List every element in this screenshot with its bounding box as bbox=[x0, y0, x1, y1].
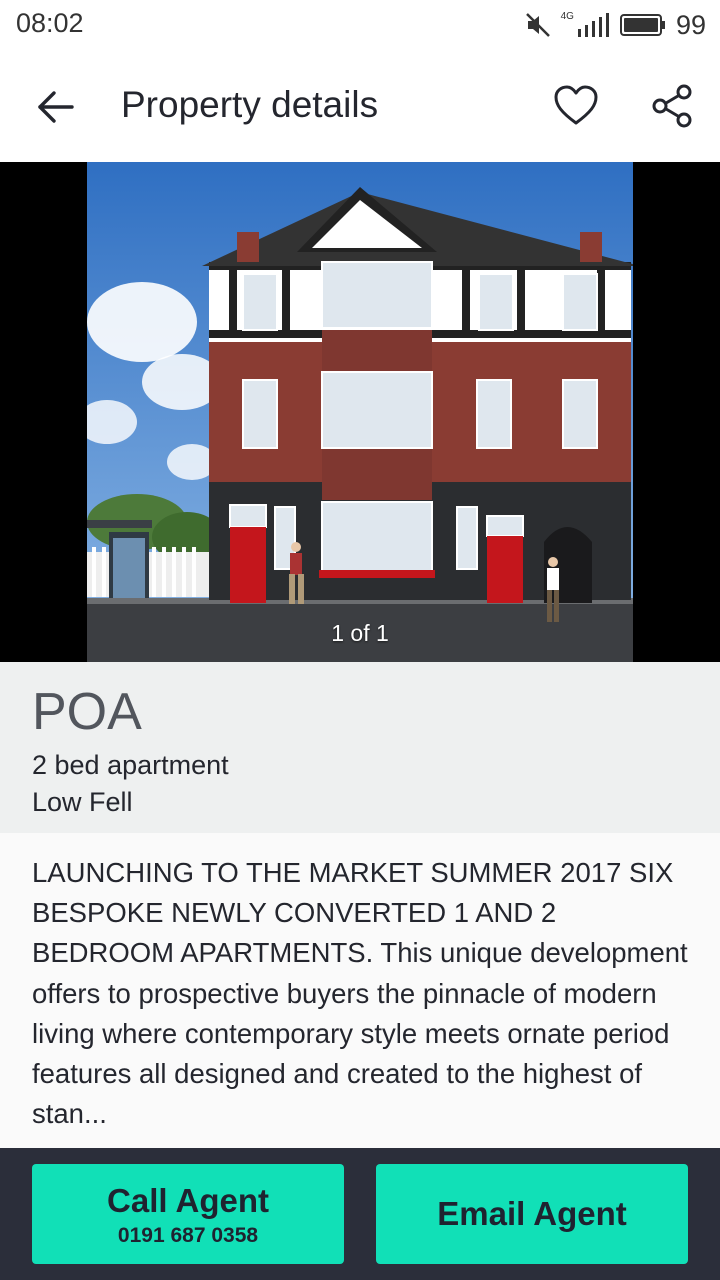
description-text: LAUNCHING TO THE MARKET SUMMER 2017 SIX … bbox=[32, 857, 688, 1130]
battery-icon bbox=[619, 14, 665, 36]
listing-description[interactable]: LAUNCHING TO THE MARKET SUMMER 2017 SIX … bbox=[0, 833, 720, 1148]
mute-icon bbox=[525, 13, 550, 37]
agent-phone-number: 0191 687 0358 bbox=[117, 1224, 259, 1247]
call-agent-button[interactable]: Call Agent 0191 687 0358 bbox=[32, 1164, 344, 1264]
network-type: 4G bbox=[560, 10, 574, 22]
email-agent-label: Email Agent bbox=[437, 1195, 627, 1232]
email-agent-button[interactable]: Email Agent bbox=[376, 1164, 688, 1264]
call-agent-label: Call Agent bbox=[107, 1182, 269, 1219]
listing-location: Low Fell bbox=[32, 787, 133, 817]
heart-icon[interactable] bbox=[552, 82, 600, 130]
signal-icon bbox=[577, 13, 609, 37]
listing-summary: POA 2 bed apartment Low Fell bbox=[0, 662, 720, 833]
back-arrow-icon[interactable] bbox=[32, 84, 78, 130]
app-bar: Property details bbox=[0, 50, 720, 162]
status-icons: 4G 99 bbox=[525, 8, 706, 42]
page-title: Property details bbox=[121, 84, 379, 125]
status-time: 08:02 bbox=[16, 8, 84, 38]
share-icon[interactable] bbox=[648, 82, 696, 130]
listing-type: 2 bed apartment bbox=[32, 750, 229, 780]
photo-counter: 1 of 1 bbox=[331, 620, 389, 646]
action-bar: Call Agent 0191 687 0358 Email Agent bbox=[0, 1148, 720, 1280]
status-bar: 08:02 4G 99 bbox=[0, 0, 720, 50]
photo-gallery[interactable]: 1 of 1 bbox=[0, 162, 720, 662]
battery-level: 99 bbox=[675, 9, 706, 40]
property-photo[interactable] bbox=[87, 162, 633, 662]
listing-price: POA bbox=[32, 683, 142, 741]
